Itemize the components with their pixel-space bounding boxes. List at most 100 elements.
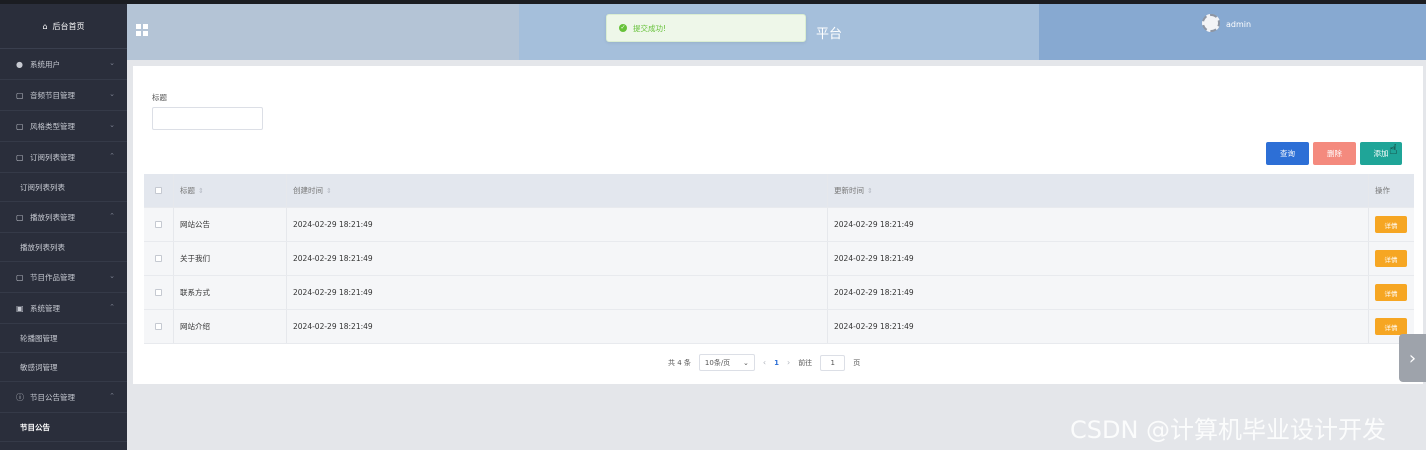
column-header-title[interactable]: 标题 ⇕	[174, 174, 287, 207]
sidebar-item-label: 风格类型管理	[30, 121, 75, 131]
cell-created: 2024-02-29 18:21:49	[287, 310, 828, 343]
detail-button[interactable]: 详情	[1375, 250, 1407, 267]
goto-page-input[interactable]: 1	[820, 354, 846, 371]
sidebar-item-style-types[interactable]: ▢ 风格类型管理 ⌄	[0, 111, 127, 142]
sidebar-item-playlists[interactable]: ▢ 播放列表管理 ⌃	[0, 202, 127, 233]
sidebar-subitem-playlist-list[interactable]: 播放列表列表	[0, 233, 127, 262]
select-all-checkbox-cell	[144, 174, 174, 207]
chevron-down-icon: ⌄	[109, 121, 115, 129]
sidebar-item-label: 音频节目管理	[30, 90, 75, 100]
prev-page-icon[interactable]: ‹	[763, 358, 766, 367]
detail-button[interactable]: 详情	[1375, 216, 1407, 233]
toast-text: 提交成功!	[633, 23, 667, 33]
table-header-row: 标题 ⇕ 创建时间 ⇕ 更新时间 ⇕ 操作	[144, 174, 1414, 208]
folder-icon: ▢	[16, 121, 24, 131]
chevron-up-icon: ⌃	[109, 212, 115, 220]
success-toast: ✓ 提交成功!	[606, 14, 806, 42]
page-number-current[interactable]: 1	[774, 359, 779, 367]
next-page-icon[interactable]: ›	[787, 358, 790, 367]
row-checkbox[interactable]	[155, 255, 162, 262]
sidebar-item-system-users[interactable]: ● 系统用户 ⌄	[0, 49, 127, 80]
cell-updated: 2024-02-29 18:21:49	[828, 242, 1369, 275]
cell-updated: 2024-02-29 18:21:49	[828, 310, 1369, 343]
watermark: CSDN @计算机毕业设计开发	[1070, 416, 1387, 444]
table-row[interactable]: 网站公告 2024-02-29 18:21:49 2024-02-29 18:2…	[144, 208, 1414, 242]
cell-created: 2024-02-29 18:21:49	[287, 276, 828, 309]
cell-updated: 2024-02-29 18:21:49	[828, 276, 1369, 309]
sidebar-item-label: 系统管理	[30, 303, 60, 313]
sidebar-item-subscriptions[interactable]: ▢ 订阅列表管理 ⌃	[0, 142, 127, 173]
page-title: 平台	[816, 27, 843, 42]
page-size-select[interactable]: 10条/页 ⌄	[698, 354, 755, 371]
row-checkbox[interactable]	[155, 289, 162, 296]
content-card: 标题 查询 删除 添加 ☝ 标题 ⇕ 创建时间 ⇕ 更新时间 ⇕ 操作 网站公告 20…	[133, 66, 1423, 384]
column-header-updated[interactable]: 更新时间 ⇕	[828, 174, 1369, 207]
home-icon: ⌂	[42, 21, 48, 31]
chevron-down-icon: ⌄	[109, 272, 115, 280]
image-icon: ▣	[16, 303, 24, 313]
folder-icon: ▢	[16, 212, 24, 222]
chevron-down-icon: ⌄	[109, 59, 115, 67]
cell-updated: 2024-02-29 18:21:49	[828, 208, 1369, 241]
cell-created: 2024-02-29 18:21:49	[287, 242, 828, 275]
avatar[interactable]	[1202, 14, 1220, 32]
table-row[interactable]: 联系方式 2024-02-29 18:21:49 2024-02-29 18:2…	[144, 276, 1414, 310]
sidebar-subitem-sensitive-words[interactable]: 敏感词管理	[0, 353, 127, 382]
sidebar-item-program-works[interactable]: ▢ 节目作品管理 ⌄	[0, 262, 127, 293]
row-checkbox[interactable]	[155, 221, 162, 228]
chevron-up-icon: ⌃	[109, 152, 115, 160]
sidebar-subitem-carousel[interactable]: 轮播图管理	[0, 324, 127, 353]
row-checkbox[interactable]	[155, 323, 162, 330]
sidebar-item-label: 系统用户	[30, 59, 60, 69]
folder-icon: ▢	[16, 272, 24, 282]
chevron-up-icon: ⌃	[109, 392, 115, 400]
pagination-total: 共 4 条	[668, 358, 691, 367]
detail-button[interactable]: 详情	[1375, 318, 1407, 335]
folder-icon: ▢	[16, 90, 24, 100]
chevron-up-icon: ⌃	[109, 303, 115, 311]
menu-grid-icon[interactable]	[136, 24, 148, 36]
user-icon: ●	[16, 59, 23, 69]
info-icon: ⓘ	[16, 392, 24, 402]
check-circle-icon: ✓	[619, 24, 627, 32]
sidebar-item-audio-programs[interactable]: ▢ 音频节目管理 ⌄	[0, 80, 127, 111]
data-table: 标题 ⇕ 创建时间 ⇕ 更新时间 ⇕ 操作 网站公告 2024-02-29 18:21…	[144, 174, 1414, 344]
chevron-down-icon: ⌄	[743, 358, 749, 367]
chevron-right-icon[interactable]: ›	[1399, 334, 1426, 382]
sort-icon[interactable]: ⇕	[198, 187, 204, 195]
sidebar-item-system-admin[interactable]: ▣ 系统管理 ⌃	[0, 293, 127, 324]
goto-suffix: 页	[853, 358, 861, 367]
sort-icon[interactable]: ⇕	[867, 187, 873, 195]
sidebar-item-announcements[interactable]: ⓘ 节目公告管理 ⌃	[0, 382, 127, 413]
cell-title: 联系方式	[174, 276, 287, 309]
select-all-checkbox[interactable]	[155, 187, 162, 194]
title-filter-input[interactable]	[152, 107, 263, 130]
column-header-created[interactable]: 创建时间 ⇕	[287, 174, 828, 207]
delete-button[interactable]: 删除	[1313, 142, 1356, 165]
sort-icon[interactable]: ⇕	[326, 187, 332, 195]
sidebar-home[interactable]: ⌂ 后台首页	[0, 4, 127, 49]
sidebar-item-label: 订阅列表管理	[30, 152, 75, 162]
chevron-down-icon: ⌄	[109, 90, 115, 98]
cell-title: 关于我们	[174, 242, 287, 275]
cell-title: 网站公告	[174, 208, 287, 241]
sidebar: ⌂ 后台首页 ● 系统用户 ⌄ ▢ 音频节目管理 ⌄ ▢ 风格类型管理 ⌄ ▢ …	[0, 4, 127, 450]
detail-button[interactable]: 详情	[1375, 284, 1407, 301]
sidebar-home-label: 后台首页	[52, 21, 85, 31]
header-right: admin	[1039, 4, 1426, 60]
header-left	[127, 4, 519, 60]
sidebar-item-label: 节目作品管理	[30, 272, 75, 282]
folder-icon: ▢	[16, 152, 24, 162]
pagination: 共 4 条 10条/页 ⌄ ‹ 1 › 前往 1 页	[668, 354, 860, 371]
column-header-actions: 操作	[1375, 186, 1390, 195]
sidebar-subitem-subscription-list[interactable]: 订阅列表列表	[0, 173, 127, 202]
title-filter-label: 标题	[152, 93, 167, 102]
query-button[interactable]: 查询	[1266, 142, 1309, 165]
sidebar-subitem-announcement[interactable]: 节目公告	[0, 413, 127, 442]
sidebar-item-label: 播放列表管理	[30, 212, 75, 222]
table-row[interactable]: 关于我们 2024-02-29 18:21:49 2024-02-29 18:2…	[144, 242, 1414, 276]
cell-title: 网站介绍	[174, 310, 287, 343]
table-row[interactable]: 网站介绍 2024-02-29 18:21:49 2024-02-29 18:2…	[144, 310, 1414, 344]
sidebar-item-label: 节目公告管理	[30, 392, 75, 402]
username[interactable]: admin	[1226, 20, 1251, 29]
